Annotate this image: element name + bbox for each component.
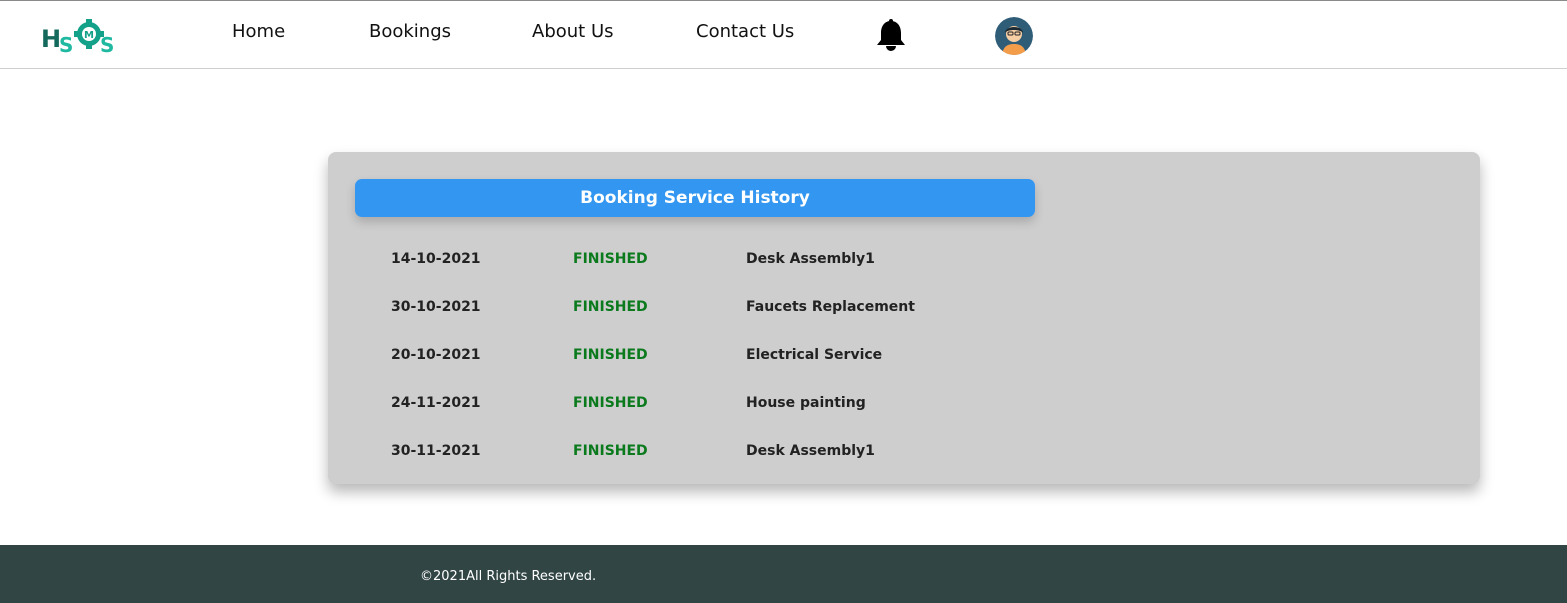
booking-date: 14-10-2021 <box>391 251 481 267</box>
navbar: M H S S Home Bookings About Us Contact U… <box>0 0 1567 69</box>
booking-status: FINISHED <box>573 299 648 315</box>
user-avatar-icon[interactable] <box>995 17 1033 55</box>
svg-text:M: M <box>84 30 94 41</box>
booking-status: FINISHED <box>573 251 648 267</box>
nav-home[interactable]: Home <box>232 21 285 42</box>
svg-text:S: S <box>59 33 73 55</box>
booking-history-card: Booking Service History 14-10-2021 FINIS… <box>328 152 1480 484</box>
booking-date: 24-11-2021 <box>391 395 481 411</box>
nav-contact-us[interactable]: Contact Us <box>696 21 794 42</box>
nav-about-us[interactable]: About Us <box>532 21 614 42</box>
nav-bookings[interactable]: Bookings <box>369 21 451 42</box>
table-row: 30-11-2021 FINISHED Desk Assembly1 <box>328 443 1480 463</box>
booking-service: Faucets Replacement <box>746 299 915 315</box>
table-row: 30-10-2021 FINISHED Faucets Replacement <box>328 299 1480 319</box>
booking-date: 30-11-2021 <box>391 443 481 459</box>
booking-status: FINISHED <box>573 443 648 459</box>
booking-date: 30-10-2021 <box>391 299 481 315</box>
copyright-text: ©2021All Rights Reserved. <box>420 569 597 584</box>
booking-service: Desk Assembly1 <box>746 251 875 267</box>
table-row: 14-10-2021 FINISHED Desk Assembly1 <box>328 251 1480 271</box>
booking-service: Electrical Service <box>746 347 883 363</box>
table-row: 20-10-2021 FINISHED Electrical Service <box>328 347 1480 367</box>
booking-status: FINISHED <box>573 347 648 363</box>
footer: ©2021All Rights Reserved. <box>0 545 1567 603</box>
booking-service: House painting <box>746 395 866 411</box>
booking-date: 20-10-2021 <box>391 347 481 363</box>
booking-service: Desk Assembly1 <box>746 443 875 459</box>
booking-history-title: Booking Service History <box>355 179 1035 217</box>
svg-text:S: S <box>100 33 114 55</box>
booking-status: FINISHED <box>573 395 648 411</box>
hsms-logo[interactable]: M H S S <box>40 19 120 55</box>
table-row: 24-11-2021 FINISHED House painting <box>328 395 1480 415</box>
bell-icon[interactable] <box>874 18 908 52</box>
